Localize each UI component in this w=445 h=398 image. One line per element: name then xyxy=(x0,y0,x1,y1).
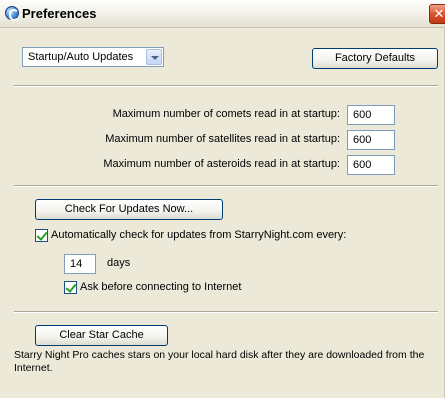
ask-before-checkbox[interactable] xyxy=(64,281,77,294)
title-bar[interactable]: Preferences ✕ xyxy=(0,0,445,28)
update-interval-input[interactable]: 14 xyxy=(64,254,96,274)
asteroids-limit-input[interactable]: 600 xyxy=(347,155,395,175)
auto-check-checkbox[interactable] xyxy=(35,229,48,242)
factory-defaults-button[interactable]: Factory Defaults xyxy=(312,48,438,69)
starry-night-icon xyxy=(5,6,19,21)
check-updates-button[interactable]: Check For Updates Now... xyxy=(35,199,223,220)
close-button[interactable]: ✕ xyxy=(429,4,445,24)
category-select-value: Startup/Auto Updates xyxy=(28,51,134,63)
satellites-limit-input[interactable]: 600 xyxy=(347,130,395,150)
divider xyxy=(14,185,438,187)
asteroids-limit-label: Maximum number of asteroids read in at s… xyxy=(103,158,340,170)
satellites-limit-label: Maximum number of satellites read in at … xyxy=(105,133,340,145)
divider xyxy=(14,85,438,87)
window-title: Preferences xyxy=(22,6,97,21)
update-interval-unit: days xyxy=(107,257,131,269)
ask-before-label[interactable]: Ask before connecting to Internet xyxy=(80,281,241,293)
cache-description: Starry Night Pro caches stars on your lo… xyxy=(14,349,425,374)
preferences-window: Preferences ✕ Startup/Auto Updates Facto… xyxy=(0,0,445,398)
auto-check-label[interactable]: Automatically check for updates from Sta… xyxy=(51,229,346,241)
chevron-down-icon[interactable] xyxy=(146,49,162,65)
clear-star-cache-button[interactable]: Clear Star Cache xyxy=(35,325,168,346)
divider xyxy=(14,311,438,313)
comets-limit-label: Maximum number of comets read in at star… xyxy=(112,108,340,120)
comets-limit-input[interactable]: 600 xyxy=(347,105,395,125)
category-select[interactable]: Startup/Auto Updates xyxy=(22,47,164,67)
